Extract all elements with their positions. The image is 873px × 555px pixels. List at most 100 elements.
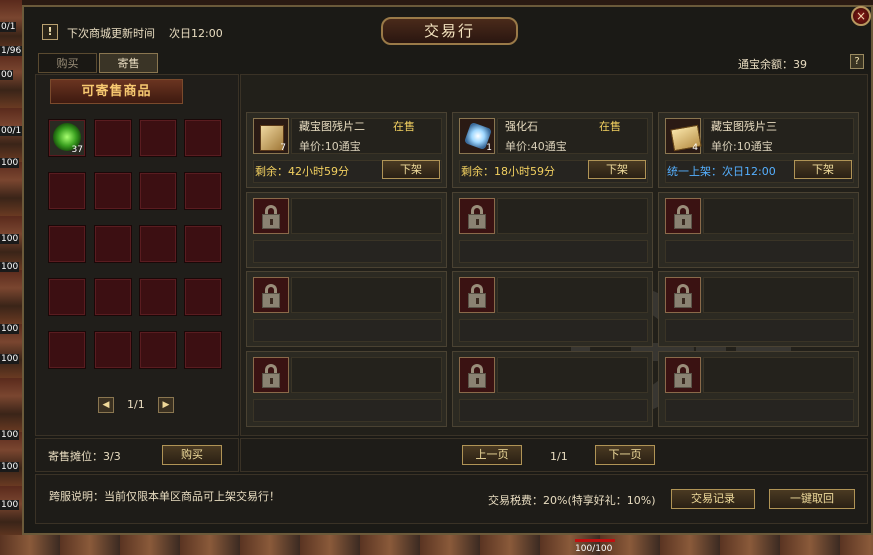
item-status: 在售 — [599, 120, 621, 133]
tax-info: 交易税费：20%(特享好礼：10%) — [488, 494, 656, 507]
empty-bottom-bar — [253, 319, 442, 342]
prev-page-button[interactable]: 上一页 — [462, 445, 522, 465]
inventory-slot[interactable] — [139, 225, 177, 263]
locked-slot — [246, 351, 447, 427]
game-background-bottom — [0, 535, 873, 555]
recall-all-button[interactable]: 一键取回 — [769, 489, 855, 509]
inventory-slot[interactable] — [48, 172, 86, 210]
listing-timer: 剩余：18小时59分 — [461, 165, 555, 178]
tab-consign[interactable]: 寄售 — [99, 53, 158, 73]
empty-bottom-bar — [459, 319, 648, 342]
lock-icon[interactable] — [253, 277, 289, 313]
lock-icon[interactable] — [459, 357, 495, 393]
inventory-slot[interactable] — [94, 119, 132, 157]
inventory-slot[interactable] — [94, 331, 132, 369]
item-icon-box[interactable]: 1 — [459, 118, 495, 154]
prev-arrow-icon[interactable]: ◀ — [98, 397, 114, 413]
trade-records-button[interactable]: 交易记录 — [671, 489, 755, 509]
locked-slot — [658, 192, 859, 268]
empty-bottom-bar — [253, 399, 442, 422]
help-button[interactable]: ? — [850, 54, 864, 69]
inventory-slot[interactable] — [94, 172, 132, 210]
item-qty: 7 — [280, 143, 286, 153]
inventory-slot[interactable] — [184, 331, 222, 369]
background-number: 00 — [0, 70, 14, 80]
player-hp-bar — [575, 539, 615, 542]
empty-info-box — [497, 198, 648, 234]
inventory-slot[interactable] — [139, 172, 177, 210]
item-status: 在售 — [393, 120, 415, 133]
delist-button[interactable]: 下架 — [794, 160, 852, 179]
inventory-slot[interactable] — [94, 278, 132, 316]
background-number: 100 — [0, 354, 20, 364]
lock-icon[interactable] — [665, 198, 701, 234]
empty-info-box — [291, 357, 442, 393]
currency-balance: 通宝余额：39 — [738, 58, 807, 71]
item-price: 单价:40通宝 — [505, 140, 567, 153]
inventory-slot[interactable] — [48, 278, 86, 316]
background-number: 100 — [0, 158, 20, 168]
lock-icon[interactable] — [459, 277, 495, 313]
next-page-button[interactable]: 下一页 — [595, 445, 655, 465]
notice-time: 次日12:00 — [169, 27, 223, 40]
item-name: 强化石 — [505, 120, 538, 133]
item-qty: 4 — [692, 143, 698, 153]
lock-icon[interactable] — [253, 357, 289, 393]
locked-slot — [246, 192, 447, 268]
background-number: 100 — [0, 234, 20, 244]
buy-button[interactable]: 购买 — [162, 445, 222, 465]
inventory-slot[interactable]: 37 — [48, 119, 86, 157]
player-hp-text: 100/100 — [575, 544, 613, 554]
listing-timer: 统一上架：次日12:00 — [667, 165, 776, 178]
locked-slot — [658, 351, 859, 427]
exclamation-icon: ! — [42, 24, 58, 40]
empty-info-box — [291, 198, 442, 234]
locked-slot — [452, 192, 653, 268]
background-number: 100 — [0, 430, 20, 440]
tab-buy[interactable]: 购买 — [38, 53, 97, 73]
locked-slot — [658, 271, 859, 347]
listing-timer: 剩余：42小时59分 — [255, 165, 349, 178]
empty-info-box — [291, 277, 442, 313]
empty-info-box — [703, 277, 854, 313]
empty-bottom-bar — [253, 240, 442, 263]
background-number: 0/1 — [0, 22, 17, 32]
item-name: 藏宝图残片三 — [711, 120, 777, 133]
empty-bottom-bar — [459, 240, 648, 263]
locked-slot — [452, 271, 653, 347]
empty-bottom-bar — [459, 399, 648, 422]
inventory-slot[interactable] — [184, 119, 222, 157]
locked-slot — [246, 271, 447, 347]
inventory-slot[interactable] — [184, 278, 222, 316]
item-price: 单价:10通宝 — [299, 140, 361, 153]
inventory-slot[interactable] — [184, 172, 222, 210]
listing-slot: 4 藏宝图残片三 单价:10通宝 统一上架：次日12:00 下架 — [658, 112, 859, 188]
inventory-slot[interactable] — [48, 225, 86, 263]
lock-icon[interactable] — [253, 198, 289, 234]
lock-icon[interactable] — [665, 357, 701, 393]
close-icon[interactable]: × — [851, 6, 871, 26]
background-number: 100 — [0, 324, 20, 334]
inventory-slot[interactable] — [139, 278, 177, 316]
item-icon-box[interactable]: 7 — [253, 118, 289, 154]
lock-icon[interactable] — [665, 277, 701, 313]
sellable-items-header: 可寄售商品 — [50, 79, 183, 104]
delist-button[interactable]: 下架 — [588, 160, 646, 179]
empty-info-box — [703, 357, 854, 393]
stall-count: 寄售摊位：3/3 — [48, 450, 121, 463]
listing-slot: 7 藏宝图残片二 在售单价:10通宝剩余：42小时59分 下架 — [246, 112, 447, 188]
item-name: 藏宝图残片二 — [299, 120, 365, 133]
inventory-slot[interactable] — [94, 225, 132, 263]
inventory-slot[interactable] — [139, 119, 177, 157]
listing-slot: 1 强化石 在售单价:40通宝剩余：18小时59分 下架 — [452, 112, 653, 188]
inventory-slot[interactable] — [139, 331, 177, 369]
item-icon-box[interactable]: 4 — [665, 118, 702, 154]
lock-icon[interactable] — [459, 198, 495, 234]
cross-server-note: 跨服说明：当前仅限本单区商品可上架交易行！ — [49, 490, 280, 503]
next-arrow-icon[interactable]: ▶ — [158, 397, 174, 413]
inventory-slot[interactable] — [184, 225, 222, 263]
background-number: 100 — [0, 462, 20, 472]
empty-info-box — [497, 357, 648, 393]
delist-button[interactable]: 下架 — [382, 160, 440, 179]
inventory-slot[interactable] — [48, 331, 86, 369]
